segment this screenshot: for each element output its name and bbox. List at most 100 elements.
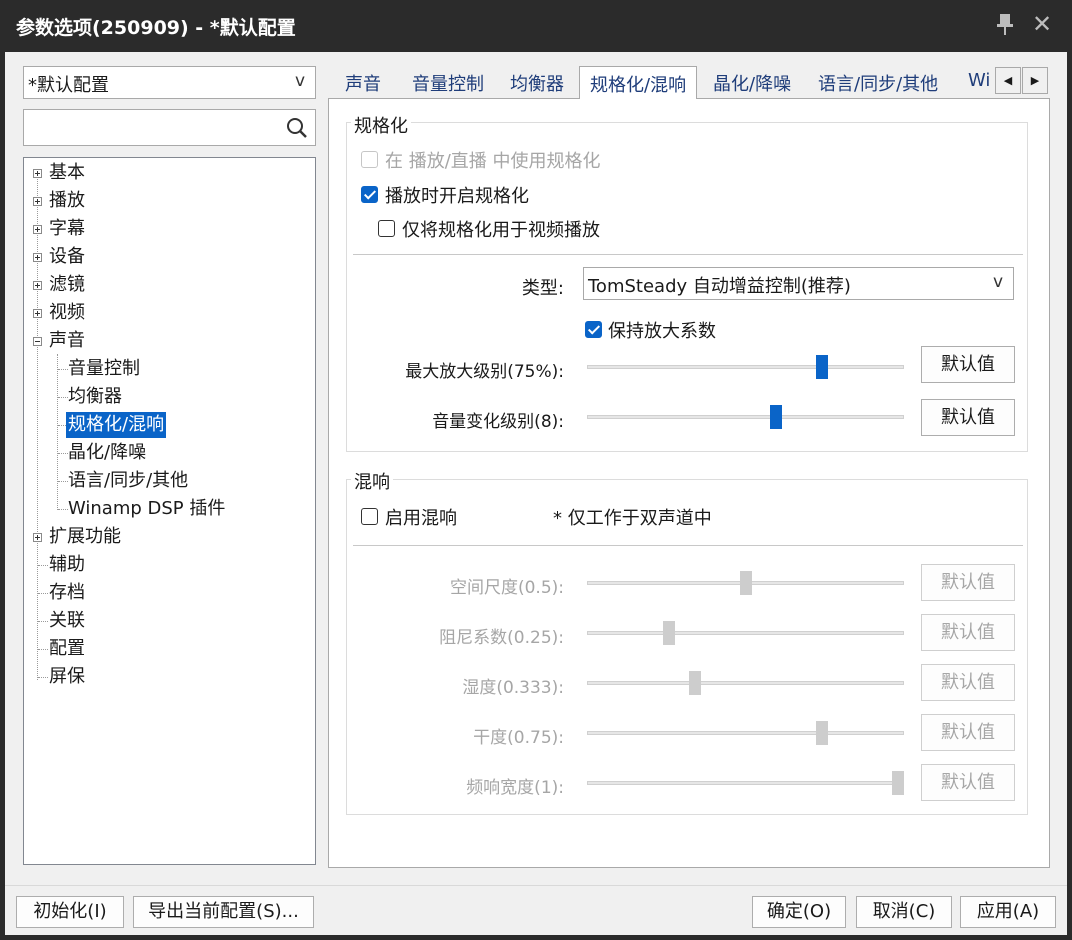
tree-item-basic[interactable]: 基本 [49,160,85,186]
tree-line [58,397,68,398]
tree-item-normalize-reverb[interactable]: 规格化/混响 [66,412,167,438]
tab-winamp-partial[interactable]: Wi [968,70,990,91]
room-size-label: 空间尺度(0.5): [449,578,564,598]
footer-divider [5,885,1067,886]
dry-slider-thumb[interactable] [816,721,828,745]
tree-line [58,369,68,370]
max-gain-slider-track[interactable] [587,365,904,369]
tab-language-sync[interactable]: 语言/同步/其他 [818,70,938,96]
search-input[interactable] [23,109,316,146]
tree-item-screensaver[interactable]: 屏保 [49,664,85,690]
width-slider-thumb[interactable] [892,771,904,795]
expand-icon[interactable] [33,281,42,290]
tab-strip: 声音 音量控制 均衡器 规格化/混响 晶化/降噪 语言/同步/其他 Wi [328,66,1055,100]
expand-icon[interactable] [33,309,42,318]
keep-gain-label: 保持放大系数 [608,321,716,342]
wet-slider-track[interactable] [587,681,904,685]
tab-scroll-right-button[interactable]: ▶ [1022,67,1048,94]
tab-normalize-reverb[interactable]: 规格化/混响 [579,66,698,99]
stereo-only-note: * 仅工作于双声道中 [553,508,712,529]
tree-line [38,649,48,650]
normalize-on-play-label: 播放时开启规格化 [385,186,529,207]
damping-default-button[interactable]: 默认值 [921,614,1015,651]
close-icon[interactable]: ✕ [1030,10,1054,38]
profile-select-value: *默认配置 [28,75,109,96]
tree-line [38,593,48,594]
initialize-button[interactable]: 初始化(I) [16,896,124,928]
enable-reverb-label: 启用混响 [385,508,457,529]
tree-item-subtitle[interactable]: 字幕 [49,216,85,242]
volume-change-slider-thumb[interactable] [770,405,782,429]
use-normalize-checkbox[interactable] [361,151,378,168]
dry-default-button[interactable]: 默认值 [921,714,1015,751]
search-icon[interactable] [286,117,308,139]
tree-item-assist[interactable]: 辅助 [49,552,85,578]
keep-gain-checkbox[interactable] [585,321,602,338]
tab-equalizer[interactable]: 均衡器 [510,70,564,96]
use-normalize-label: 在 播放/直播 中使用规格化 [385,151,601,172]
tree-item-archive[interactable]: 存档 [49,580,85,606]
tab-volume[interactable]: 音量控制 [412,70,484,96]
normalize-type-value: TomSteady 自动增益控制(推荐) [588,276,851,297]
title-bar[interactable]: 参数选项(250909) - *默认配置 ✕ [0,0,1072,52]
video-only-checkbox[interactable] [378,220,395,237]
tree-line [38,677,48,678]
tree-line [58,481,68,482]
enable-reverb-checkbox[interactable] [361,508,378,525]
tree-item-association[interactable]: 关联 [49,608,85,634]
width-slider-track[interactable] [587,781,904,785]
tree-item-extensions[interactable]: 扩展功能 [49,524,121,550]
max-gain-slider-thumb[interactable] [816,355,828,379]
tree-item-equalizer[interactable]: 均衡器 [68,384,122,410]
tab-crystal-denoise[interactable]: 晶化/降噪 [713,70,791,96]
cancel-button[interactable]: 取消(C) [856,896,952,928]
room-size-default-button[interactable]: 默认值 [921,564,1015,601]
tree-item-volume[interactable]: 音量控制 [68,356,140,382]
volume-change-slider-track[interactable] [587,415,904,419]
tree-line [58,453,68,454]
dry-slider-track[interactable] [587,731,904,735]
type-label: 类型: [521,278,564,299]
tab-sound[interactable]: 声音 [345,70,381,96]
tree-item-crystal-denoise[interactable]: 晶化/降噪 [68,440,146,466]
damping-slider-thumb[interactable] [663,621,675,645]
apply-button[interactable]: 应用(A) [960,896,1056,928]
dialog-window: 参数选项(250909) - *默认配置 ✕ *默认配置 v 基本 播放 字幕 … [0,0,1072,940]
collapse-icon[interactable] [33,337,42,346]
tab-scroll-left-button[interactable]: ◀ [995,67,1021,94]
settings-tree[interactable]: 基本 播放 字幕 设备 滤镜 视频 声音 音量控制 均衡器 规格化/混响 晶化/… [23,157,316,865]
tree-item-playback[interactable]: 播放 [49,188,85,214]
tree-item-device[interactable]: 设备 [49,244,85,270]
divider [353,254,1023,255]
volume-change-label: 音量变化级别(8): [432,412,564,432]
room-size-slider-thumb[interactable] [740,571,752,595]
normalize-on-play-checkbox[interactable] [361,186,378,203]
tab-page: 规格化 在 播放/直播 中使用规格化 播放时开启规格化 仅将规格化用于视频播放 … [328,98,1050,868]
tree-line [38,621,48,622]
expand-icon[interactable] [33,169,42,178]
tree-item-filter[interactable]: 滤镜 [49,272,85,298]
damping-slider-track[interactable] [587,631,904,635]
volume-change-default-button[interactable]: 默认值 [921,399,1015,436]
tree-item-config[interactable]: 配置 [49,636,85,662]
expand-icon[interactable] [33,533,42,542]
wet-slider-thumb[interactable] [689,671,701,695]
tree-item-sound[interactable]: 声音 [49,328,85,354]
expand-icon[interactable] [33,225,42,234]
ok-button[interactable]: 确定(O) [752,896,846,928]
max-gain-default-button[interactable]: 默认值 [921,346,1015,383]
profile-select[interactable]: *默认配置 v [23,66,316,99]
normalize-type-select[interactable]: TomSteady 自动增益控制(推荐) v [583,267,1014,300]
export-config-button[interactable]: 导出当前配置(S)... [133,896,314,928]
expand-icon[interactable] [33,197,42,206]
tree-item-video[interactable]: 视频 [49,300,85,326]
chevron-down-icon: v [992,272,1003,292]
width-default-button[interactable]: 默认值 [921,764,1015,801]
tree-item-language-sync[interactable]: 语言/同步/其他 [68,468,188,494]
expand-icon[interactable] [33,253,42,262]
window-title: 参数选项(250909) - *默认配置 [16,17,296,39]
wet-default-button[interactable]: 默认值 [921,664,1015,701]
tree-item-winamp-dsp[interactable]: Winamp DSP 插件 [68,496,225,522]
pin-icon[interactable] [994,10,1016,38]
tree-line [58,425,66,426]
